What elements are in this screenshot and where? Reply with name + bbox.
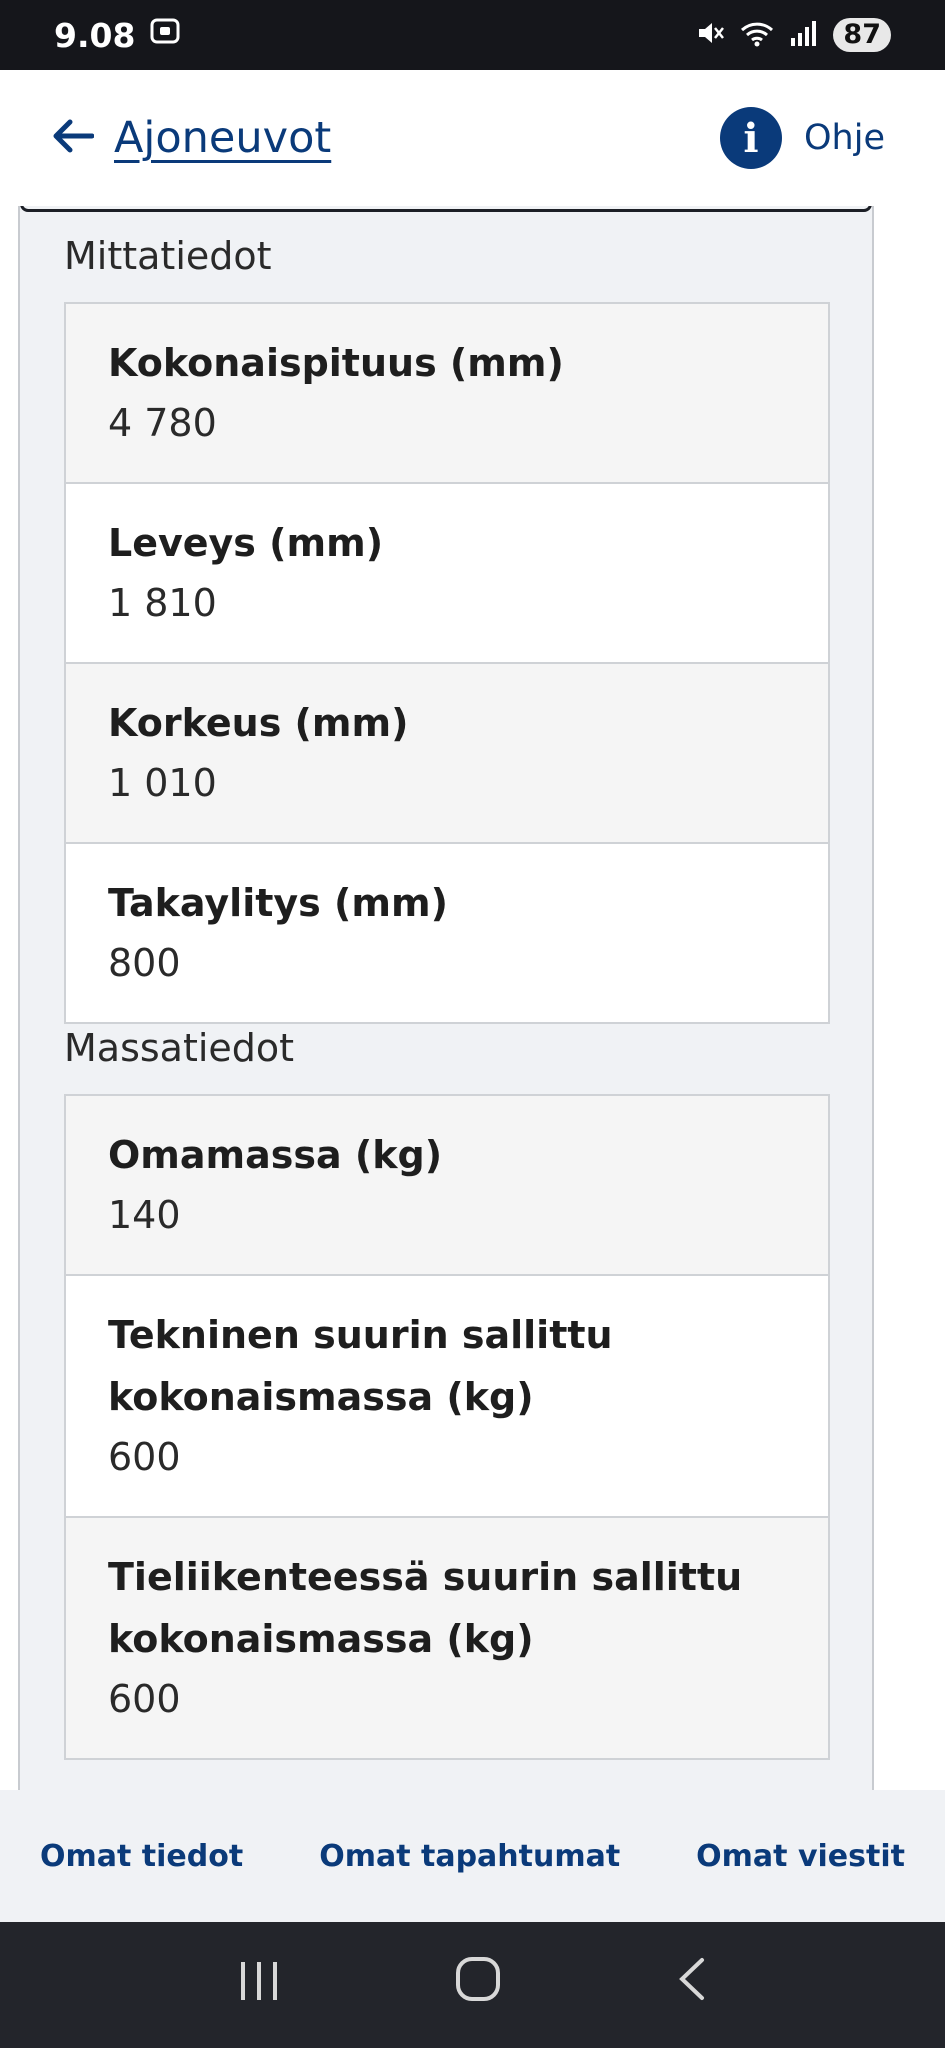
section-title-dimensions: Mittatiedot <box>64 234 272 278</box>
row-label: Omamassa (kg) <box>108 1133 443 1177</box>
table-row: Tieliikenteessä suurin sallittu kokonais… <box>66 1518 828 1758</box>
panel-top-edge <box>20 206 872 212</box>
signal-icon <box>789 18 819 52</box>
row-value: 1 010 <box>108 761 217 805</box>
back-nav-icon[interactable] <box>676 1955 708 2015</box>
arrow-left-icon <box>50 115 95 161</box>
wifi-icon <box>739 18 775 52</box>
content-area[interactable]: Mittatiedot Kokonaispituus (mm) 4 780 Le… <box>0 206 945 1790</box>
help-label: Ohje <box>804 118 885 158</box>
table-row: Tekninen suurin sallittu kokonaismassa (… <box>66 1276 828 1518</box>
table-row: Leveys (mm) 1 810 <box>66 484 828 664</box>
row-label: Tekninen suurin sallittu kokonaismassa (… <box>108 1313 613 1419</box>
home-icon[interactable] <box>455 1955 501 2015</box>
back-label: Ajoneuvot <box>114 113 332 163</box>
row-value: 800 <box>108 941 181 985</box>
screenshot-icon <box>149 15 181 55</box>
mass-table: Omamassa (kg) 140 Tekninen suurin sallit… <box>64 1094 830 1760</box>
app-header: Ajoneuvot i Ohje <box>0 70 945 206</box>
row-value: 4 780 <box>108 401 217 445</box>
system-nav-bar <box>0 1922 945 2048</box>
table-row: Kokonaispituus (mm) 4 780 <box>66 304 828 484</box>
vehicle-details-panel: Mittatiedot Kokonaispituus (mm) 4 780 Le… <box>18 206 874 1790</box>
recent-apps-icon[interactable] <box>237 1955 281 2015</box>
row-label: Leveys (mm) <box>108 521 384 565</box>
status-left: 9.08 <box>54 15 181 55</box>
status-time: 9.08 <box>54 15 136 55</box>
nav-omat-tapahtumat[interactable]: Omat tapahtumat <box>319 1839 620 1874</box>
bottom-nav: Omat tiedot Omat tapahtumat Omat viestit <box>0 1790 945 1922</box>
mute-icon <box>695 18 725 52</box>
status-bar: 9.08 87 <box>0 0 945 70</box>
row-label: Tieliikenteessä suurin sallittu kokonais… <box>108 1555 743 1661</box>
row-label: Kokonaispituus (mm) <box>108 341 564 385</box>
row-label: Korkeus (mm) <box>108 701 409 745</box>
nav-omat-tiedot[interactable]: Omat tiedot <box>40 1839 243 1874</box>
row-value: 600 <box>108 1677 181 1721</box>
table-row: Korkeus (mm) 1 010 <box>66 664 828 844</box>
table-row: Omamassa (kg) 140 <box>66 1096 828 1276</box>
help-button[interactable]: i Ohje <box>720 107 885 169</box>
back-link[interactable]: Ajoneuvot <box>50 113 331 163</box>
section-title-mass: Massatiedot <box>64 1026 295 1070</box>
row-label: Takaylitys (mm) <box>108 881 448 925</box>
info-icon: i <box>720 107 782 169</box>
nav-omat-viestit[interactable]: Omat viestit <box>696 1839 905 1874</box>
row-value: 1 810 <box>108 581 217 625</box>
battery-badge: 87 <box>833 18 891 52</box>
status-right: 87 <box>695 18 891 52</box>
dimensions-table: Kokonaispituus (mm) 4 780 Leveys (mm) 1 … <box>64 302 830 1024</box>
row-value: 140 <box>108 1193 181 1237</box>
table-row: Takaylitys (mm) 800 <box>66 844 828 1022</box>
row-value: 600 <box>108 1435 181 1479</box>
